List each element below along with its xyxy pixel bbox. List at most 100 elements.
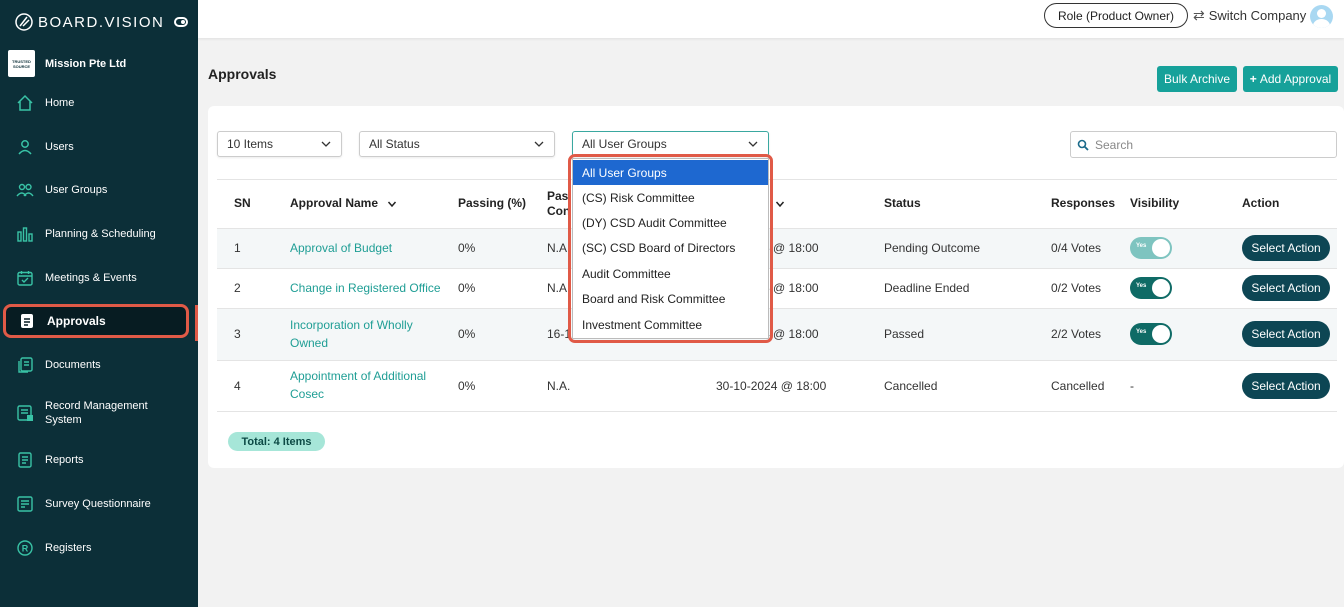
dropdown-option[interactable]: (SC) CSD Board of Directors xyxy=(573,235,768,260)
sidebar-item-label: Meetings & Events xyxy=(45,272,137,284)
sidebar-item-user-groups[interactable]: User Groups xyxy=(0,173,198,207)
row-sn: 4 xyxy=(234,379,241,393)
row-divider xyxy=(217,411,1337,412)
switch-company-button[interactable]: ⇄ Switch Company xyxy=(1193,7,1306,24)
header-action: Action xyxy=(1242,196,1280,210)
header-approval-name-label: Approval Name xyxy=(290,196,379,210)
user-groups-dropdown: All User Groups (CS) Risk Committee (DY)… xyxy=(572,158,769,339)
active-nav-indicator xyxy=(195,305,198,341)
header-status: Status xyxy=(884,196,921,210)
bar-chart-icon xyxy=(16,225,34,243)
dropdown-option[interactable]: Investment Committee xyxy=(573,312,768,337)
visibility-toggle[interactable]: Yes xyxy=(1130,277,1172,299)
add-approval-label: Add Approval xyxy=(1259,72,1332,86)
chevron-down-icon xyxy=(534,141,544,147)
sidebar-item-label: Approvals xyxy=(47,314,106,328)
row-divider xyxy=(217,360,1337,361)
row-passing: 0% xyxy=(458,379,476,393)
toggle-label: Yes xyxy=(1136,329,1147,335)
row-responses: 2/2 Votes xyxy=(1051,327,1102,341)
sidebar-item-label: Survey Questionnaire xyxy=(45,498,151,510)
deadline-sort-chevron-icon[interactable] xyxy=(775,199,785,209)
row-divider xyxy=(217,268,1337,269)
header-passing-condition-line2: Con xyxy=(547,204,571,218)
svg-text:R: R xyxy=(22,544,29,554)
chevron-down-icon xyxy=(748,141,758,147)
header-passing-condition: Pas Con xyxy=(547,189,570,219)
dropdown-option[interactable]: Audit Committee xyxy=(573,261,768,286)
approval-name-line2: Owned xyxy=(290,336,329,350)
select-action-button[interactable]: Select Action xyxy=(1242,321,1330,347)
toggle-knob xyxy=(1152,279,1170,297)
company-logo: TRUSTED SOURCE xyxy=(8,50,35,77)
row-responses: 0/2 Votes xyxy=(1051,281,1102,295)
search-box[interactable] xyxy=(1070,131,1337,158)
row-deadline: 30-10-2024 @ 18:00 xyxy=(716,379,827,393)
dropdown-option[interactable]: Board and Risk Committee xyxy=(573,286,768,311)
visibility-toggle[interactable]: Yes xyxy=(1130,323,1172,345)
document-icon xyxy=(18,312,36,330)
approval-name-link[interactable]: Incorporation of Wholly Owned xyxy=(290,316,413,352)
brand-logo[interactable]: BOARD.VISION xyxy=(14,12,164,32)
approval-name-link[interactable]: Appointment of Additional Cosec xyxy=(290,367,426,403)
add-approval-button[interactable]: + Add Approval xyxy=(1243,66,1338,92)
sidebar-item-record-management[interactable]: Record Management System xyxy=(0,395,198,431)
dropdown-option[interactable]: (CS) Risk Committee xyxy=(573,185,768,210)
avatar[interactable] xyxy=(1310,5,1333,28)
table-top-divider xyxy=(217,179,1337,180)
approval-name-link[interactable]: Change in Registered Office xyxy=(290,279,441,297)
status-select[interactable]: All Status xyxy=(359,131,555,157)
row-status: Passed xyxy=(884,327,925,341)
sidebar-item-planning[interactable]: Planning & Scheduling xyxy=(0,217,198,251)
search-icon xyxy=(1077,139,1089,151)
select-action-button[interactable]: Select Action xyxy=(1242,275,1330,301)
toggle-label: Yes xyxy=(1136,283,1147,289)
row-sn: 2 xyxy=(234,281,241,295)
registered-icon: R xyxy=(16,539,34,557)
dropdown-option[interactable]: All User Groups xyxy=(573,160,768,185)
search-input[interactable] xyxy=(1095,137,1325,152)
items-per-page-select[interactable]: 10 Items xyxy=(217,131,342,157)
header-sn: SN xyxy=(234,196,251,210)
header-passing-condition-line1: Pas xyxy=(547,189,569,203)
row-passing: 0% xyxy=(458,327,476,341)
sidebar-item-meetings[interactable]: Meetings & Events xyxy=(0,261,198,295)
documents-icon xyxy=(16,356,34,374)
top-bar: Role (Product Owner) ⇄ Switch Company xyxy=(198,0,1344,38)
select-action-button[interactable]: Select Action xyxy=(1242,235,1330,261)
sidebar-item-label: Planning & Scheduling xyxy=(45,228,156,240)
row-sn: 3 xyxy=(234,327,241,341)
sidebar-item-label: Users xyxy=(45,141,74,153)
sort-chevron-icon xyxy=(388,201,397,207)
sidebar-item-approvals[interactable]: Approvals xyxy=(3,304,189,338)
row-passing-condition: N.A xyxy=(547,281,568,295)
sidebar-item-registers[interactable]: R Registers xyxy=(0,531,198,565)
plus-icon: + xyxy=(1249,72,1257,86)
header-approval-name[interactable]: Approval Name xyxy=(290,196,397,210)
select-action-button[interactable]: Select Action xyxy=(1242,373,1330,399)
sidebar-collapse-icon[interactable] xyxy=(174,17,188,27)
sidebar-item-users[interactable]: Users xyxy=(0,130,198,164)
user-group-icon xyxy=(16,181,34,199)
row-passing-condition: N.A xyxy=(547,241,568,255)
row-sn: 1 xyxy=(234,241,241,255)
user-groups-value: All User Groups xyxy=(582,137,667,151)
role-button[interactable]: Role (Product Owner) xyxy=(1044,3,1188,28)
toggle-knob xyxy=(1152,239,1170,257)
row-responses: Cancelled xyxy=(1051,379,1105,393)
row-status: Pending Outcome xyxy=(884,241,981,255)
company-switcher[interactable]: TRUSTED SOURCE Mission Pte Ltd xyxy=(8,50,126,77)
approval-name-link[interactable]: Approval of Budget xyxy=(290,239,392,257)
bulk-archive-button[interactable]: Bulk Archive xyxy=(1157,66,1237,92)
sidebar-item-reports[interactable]: Reports xyxy=(0,443,198,477)
survey-icon xyxy=(16,495,34,513)
sidebar-item-documents[interactable]: Documents xyxy=(0,348,198,382)
dropdown-option[interactable]: (DY) CSD Audit Committee xyxy=(573,210,768,235)
approval-name-line1: Appointment of Additional xyxy=(290,369,427,383)
sidebar-item-home[interactable]: Home xyxy=(0,86,198,120)
visibility-toggle[interactable]: Yes xyxy=(1130,237,1172,259)
brand-mark-icon xyxy=(15,13,33,31)
home-icon xyxy=(16,94,34,112)
record-icon xyxy=(16,404,34,422)
sidebar-item-survey[interactable]: Survey Questionnaire xyxy=(0,487,198,521)
